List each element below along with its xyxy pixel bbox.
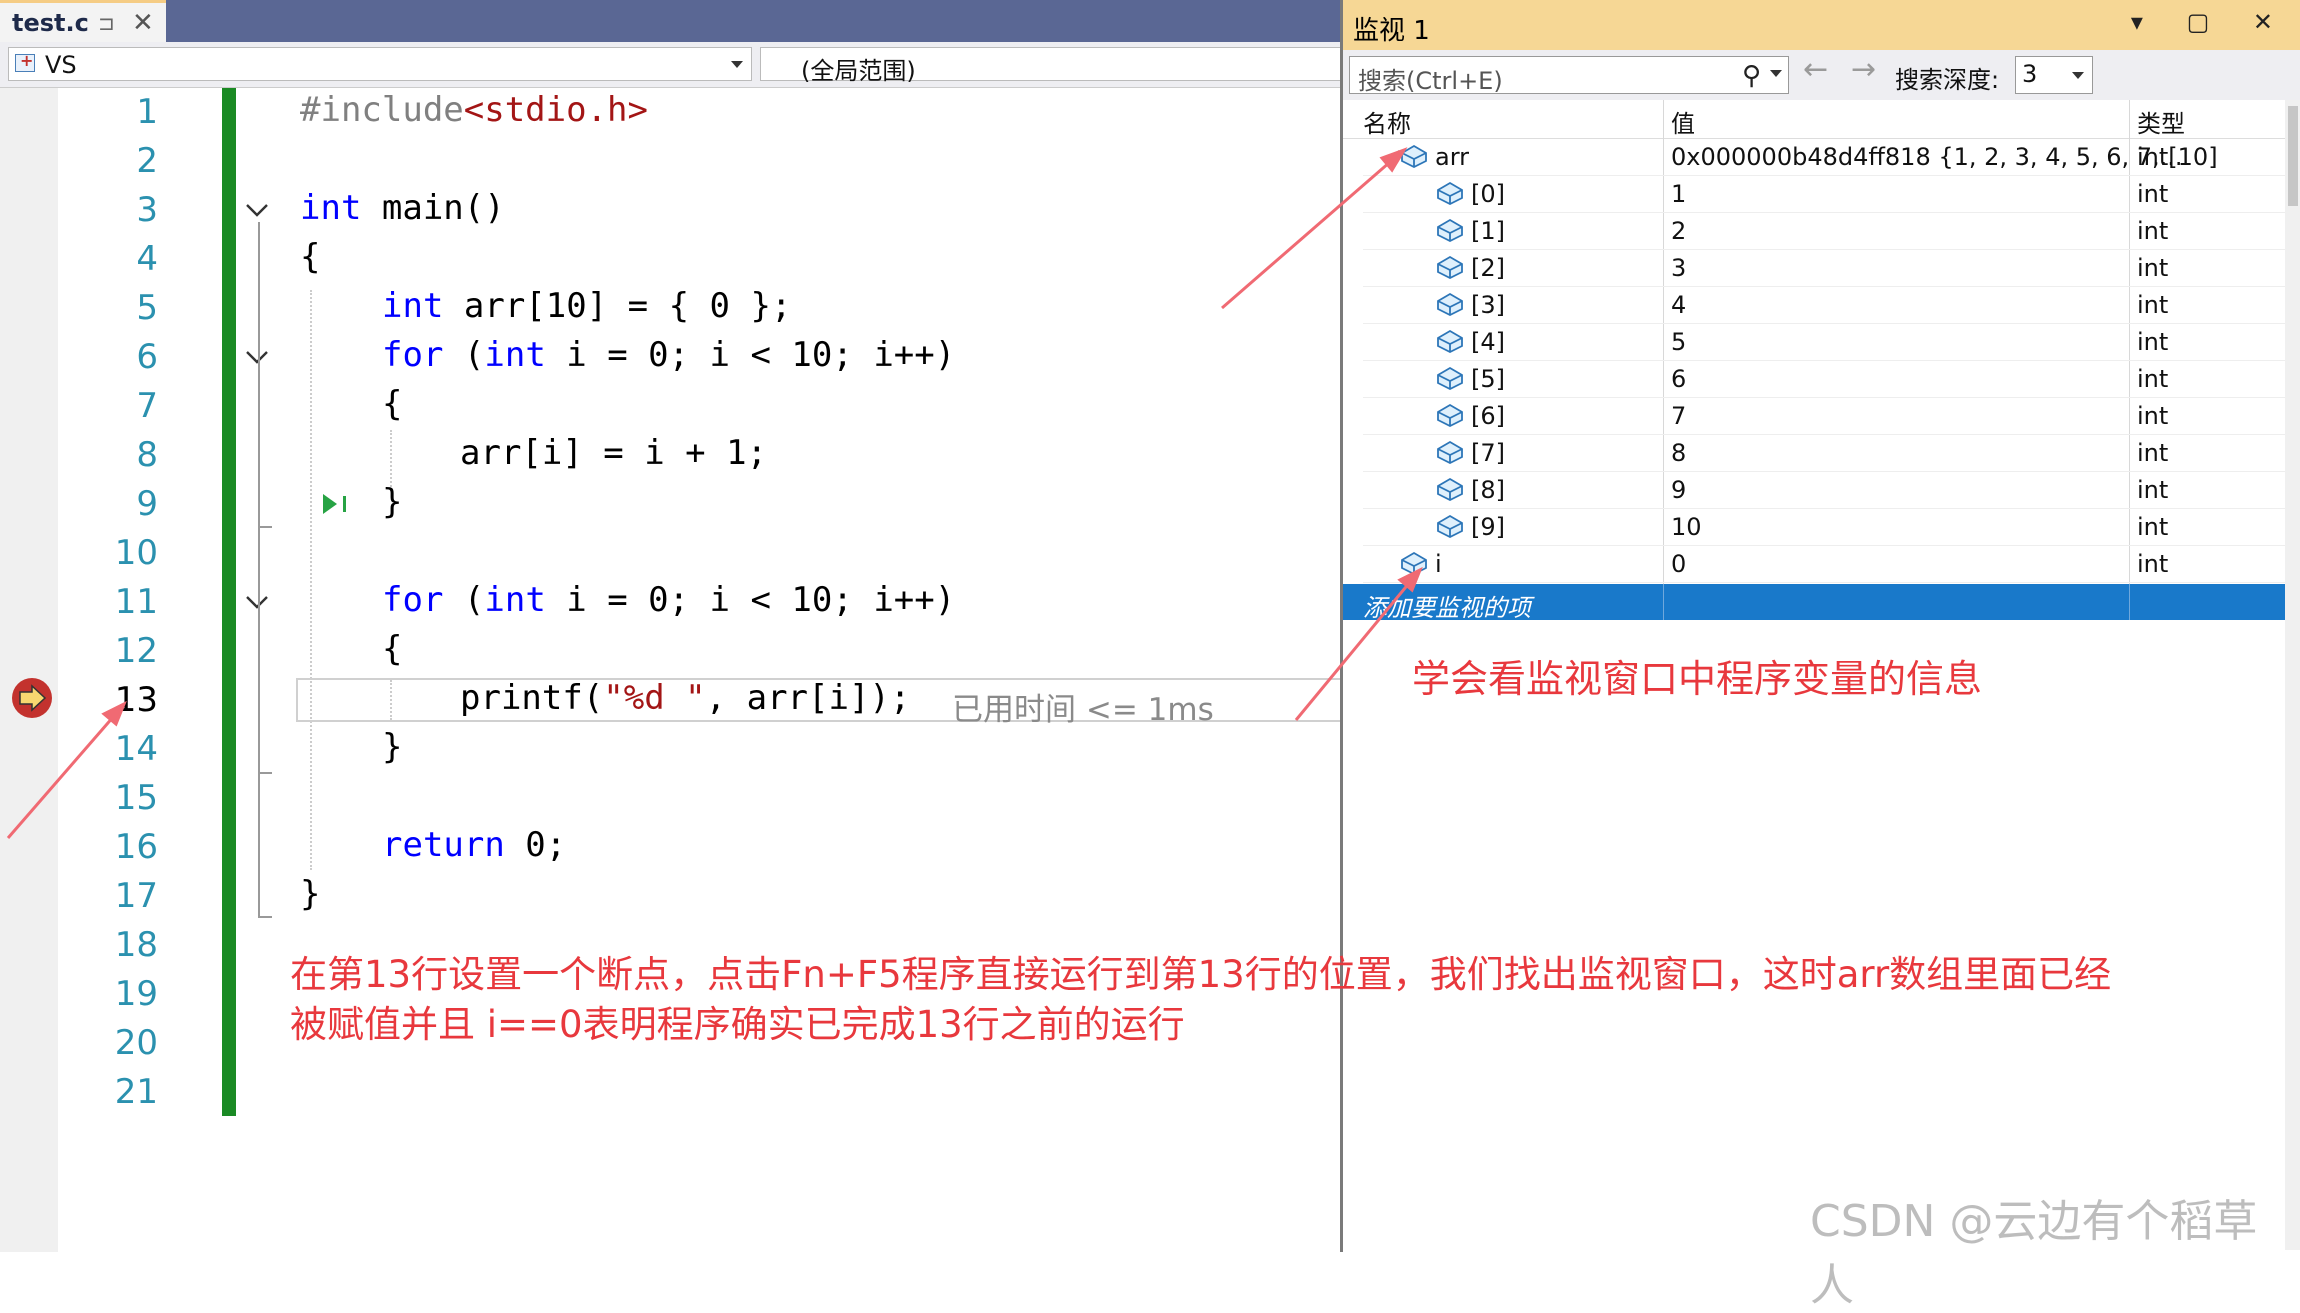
watermark: CSDN @云边有个稻草人: [1810, 1196, 2258, 1311]
arrow-to-arr-icon: [1221, 147, 1408, 310]
annotation-watch-note: 学会看监视窗口中程序变量的信息: [1412, 657, 1983, 701]
annotation-editor-note: 在第13行设置一个断点，点击Fn+F5程序直接运行到第13行的位置，我们找出监视…: [290, 950, 2170, 1050]
arrow-to-line-13: [6, 700, 127, 839]
annotation-line: 在第13行设置一个断点，点击Fn+F5程序直接运行到第13行的位置，我们找出监视…: [290, 953, 2112, 996]
annotation-line: 被赋值并且 i==0表明程序确实已完成13行之前的运行: [290, 1003, 1185, 1046]
arrow-to-i-icon: [1294, 566, 1423, 721]
annotation-arrows: [6, 147, 1423, 839]
